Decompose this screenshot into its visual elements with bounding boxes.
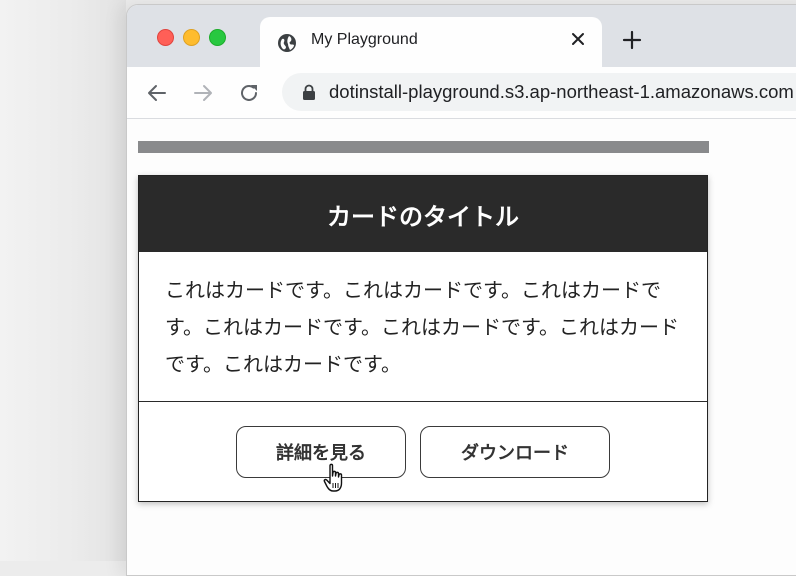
close-window-button[interactable]: [157, 29, 174, 46]
tab-my-playground[interactable]: My Playground: [260, 17, 602, 67]
address-bar[interactable]: dotinstall-playground.s3.ap-northeast-1.…: [282, 73, 796, 111]
url-text: dotinstall-playground.s3.ap-northeast-1.…: [329, 81, 794, 102]
card-title: カードのタイトル: [139, 176, 707, 252]
back-arrow-icon[interactable]: [145, 81, 169, 105]
tab-title: My Playground: [311, 31, 418, 48]
reload-icon[interactable]: [237, 81, 261, 105]
plus-icon[interactable]: [621, 29, 643, 51]
close-icon[interactable]: [568, 29, 588, 49]
forward-arrow-icon[interactable]: [191, 81, 215, 105]
browser-window: My Playground dotinstall-playground.s3.a…: [126, 4, 796, 576]
zoom-window-button[interactable]: [209, 29, 226, 46]
card: カードのタイトル これはカードです。これはカードです。これはカードです。これはカ…: [138, 175, 708, 502]
card-footer: 詳細を見る ダウンロード: [139, 402, 707, 499]
page-content: カードのタイトル これはカードです。これはカードです。これはカードです。これはカ…: [127, 119, 796, 575]
globe-icon: [278, 34, 296, 52]
decorative-bar: [138, 141, 709, 153]
minimize-window-button[interactable]: [183, 29, 200, 46]
lock-icon[interactable]: [302, 84, 316, 101]
details-button[interactable]: 詳細を見る: [236, 426, 406, 478]
download-button[interactable]: ダウンロード: [420, 426, 610, 478]
desktop-background: [0, 0, 126, 561]
card-body-text: これはカードです。これはカードです。これはカードです。これはカードです。これはカ…: [139, 252, 707, 402]
tab-strip: My Playground: [127, 5, 796, 67]
browser-toolbar: dotinstall-playground.s3.ap-northeast-1.…: [127, 67, 796, 119]
hand-pointer-cursor-icon: [323, 463, 343, 492]
